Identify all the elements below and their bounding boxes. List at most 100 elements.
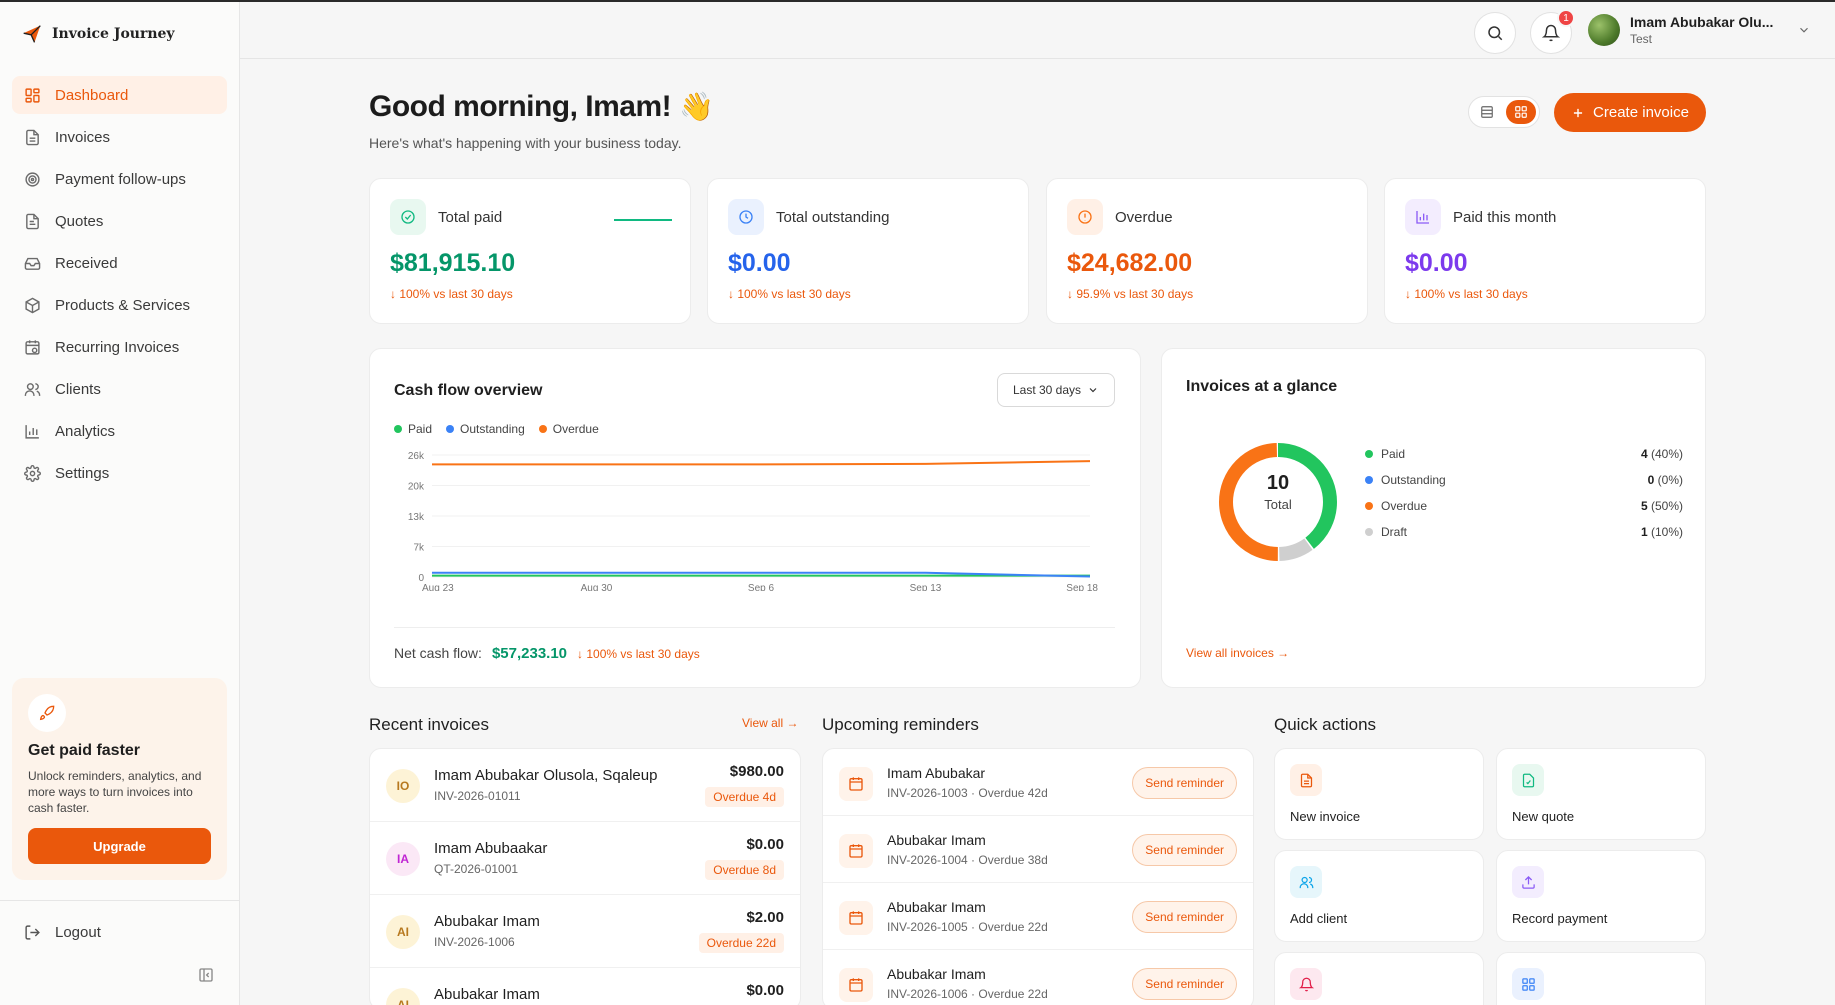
stat-value: $24,682.00 bbox=[1067, 249, 1193, 277]
sidebar-item-payment-follow-ups[interactable]: Payment follow-ups bbox=[12, 160, 227, 198]
quick-action-label: Record payment bbox=[1512, 911, 1608, 926]
net-cash-flow-value: $57,233.10 bbox=[491, 645, 568, 662]
list-view-button[interactable] bbox=[1472, 100, 1502, 124]
table-row[interactable]: AI Abubakar Imam INV-2026-1006 $2.00 Ove… bbox=[370, 895, 800, 968]
collapse-sidebar-icon[interactable] bbox=[198, 967, 214, 983]
recent-invoices-title: Recent invoices bbox=[369, 715, 490, 734]
brand-name: Invoice Journey bbox=[52, 26, 175, 42]
upload-icon bbox=[1512, 866, 1544, 898]
chevron-down-icon bbox=[1087, 384, 1099, 396]
reminder-client: Imam Abubakar bbox=[887, 765, 986, 781]
quick-action-record-payment[interactable]: Record payment bbox=[1496, 850, 1706, 942]
invoice-amount: $0.00 bbox=[746, 836, 784, 853]
sidebar-item-recurring-invoices[interactable]: Recurring Invoices bbox=[12, 328, 227, 366]
sidebar-item-label: Dashboard bbox=[55, 86, 129, 104]
quick-actions-title: Quick actions bbox=[1274, 715, 1377, 734]
stat-value: $0.00 bbox=[1405, 249, 1468, 277]
glance-label: Paid bbox=[1381, 447, 1406, 461]
y-tick-label: 7k bbox=[413, 543, 425, 554]
sidebar-item-received[interactable]: Received bbox=[12, 244, 227, 282]
chart-legend: Paid Outstanding Overdue bbox=[394, 422, 599, 436]
sidebar-item-clients[interactable]: Clients bbox=[12, 370, 227, 408]
stat-card-overdue: Overdue $24,682.00 ↓ 95.9% vs last 30 da… bbox=[1046, 178, 1368, 324]
client-avatar: IA bbox=[386, 842, 420, 876]
sidebar-item-quotes[interactable]: Quotes bbox=[12, 202, 227, 240]
sidebar-item-settings[interactable]: Settings bbox=[12, 454, 227, 492]
grid-view-button[interactable] bbox=[1506, 100, 1536, 124]
stat-delta: ↓ 100% vs last 30 days bbox=[390, 287, 513, 301]
target-icon bbox=[24, 171, 41, 188]
view-all-recent-link[interactable]: View all → bbox=[742, 716, 798, 730]
client-name: Imam Abubakar Olusola, Sqaleup bbox=[434, 767, 658, 784]
search-button[interactable] bbox=[1474, 12, 1516, 54]
y-tick-label: 26k bbox=[408, 451, 425, 462]
sidebar-item-analytics[interactable]: Analytics bbox=[12, 412, 227, 450]
users-icon bbox=[1290, 866, 1322, 898]
stat-card-total-outstanding: Total outstanding $0.00 ↓ 100% vs last 3… bbox=[707, 178, 1029, 324]
reminder-client: Abubakar Imam bbox=[887, 966, 986, 982]
stat-value: $81,915.10 bbox=[390, 249, 516, 277]
sidebar-item-products-services[interactable]: Products & Services bbox=[12, 286, 227, 324]
sidebar-item-label: Recurring Invoices bbox=[55, 338, 180, 356]
reminder-client: Abubakar Imam bbox=[887, 899, 986, 915]
glance-value: 4 (40%) bbox=[1641, 447, 1683, 461]
send-reminder-button[interactable]: Send reminder bbox=[1132, 901, 1237, 933]
create-invoice-button[interactable]: Create invoice bbox=[1554, 93, 1706, 132]
date-range-select[interactable]: Last 30 days bbox=[997, 373, 1115, 407]
donut-center: 10 Total bbox=[1218, 472, 1338, 512]
list-item: Abubakar Imam INV-2026-1005 · Overdue 22… bbox=[823, 883, 1253, 950]
sidebar-item-invoices[interactable]: Invoices bbox=[12, 118, 227, 156]
quick-action-new-invoice[interactable]: New invoice bbox=[1274, 748, 1484, 840]
glance-row-outstanding: Outstanding 0 (0%) bbox=[1365, 473, 1683, 487]
sidebar-item-label: Invoices bbox=[55, 128, 111, 146]
net-cash-flow-delta: ↓ 100% vs last 30 days bbox=[577, 647, 700, 661]
invoice-amount: $0.00 bbox=[746, 982, 784, 999]
send-reminder-button[interactable]: Send reminder bbox=[1132, 968, 1237, 1000]
table-row[interactable]: IO Imam Abubakar Olusola, Sqaleup INV-20… bbox=[370, 749, 800, 822]
donut-total-label: Total bbox=[1264, 497, 1292, 512]
file-icon bbox=[24, 129, 41, 146]
glance-row-paid: Paid 4 (40%) bbox=[1365, 447, 1683, 461]
chevron-down-icon bbox=[1797, 23, 1811, 37]
brand[interactable]: Invoice Journey bbox=[22, 24, 175, 44]
stat-delta: ↓ 100% vs last 30 days bbox=[1405, 287, 1528, 301]
quick-action-new-quote[interactable]: New quote bbox=[1496, 748, 1706, 840]
stat-label: Total outstanding bbox=[776, 208, 890, 226]
recent-invoices-list: IO Imam Abubakar Olusola, Sqaleup INV-20… bbox=[369, 748, 801, 1005]
quick-action-label: New quote bbox=[1512, 809, 1575, 824]
sidebar-item-dashboard[interactable]: Dashboard bbox=[12, 76, 227, 114]
user-menu[interactable]: Imam Abubakar Olu... Test bbox=[1588, 14, 1811, 46]
logout-label: Logout bbox=[55, 924, 101, 941]
notifications-button[interactable]: 1 bbox=[1530, 9, 1575, 54]
client-name: Abubakar Imam bbox=[434, 986, 540, 1003]
quick-action-add-client[interactable]: Add client bbox=[1274, 850, 1484, 942]
table-row[interactable]: AI Abubakar Imam $0.00 bbox=[370, 968, 800, 1005]
reminder-detail: INV-2026-1004 · Overdue 38d bbox=[887, 853, 1048, 867]
logout-button[interactable]: Logout bbox=[24, 924, 101, 941]
plus-icon bbox=[1571, 106, 1585, 120]
glance-count: 1 bbox=[1640, 525, 1648, 539]
cash-flow-title: Cash flow overview bbox=[394, 382, 543, 399]
list-item: Abubakar Imam INV-2026-1004 · Overdue 38… bbox=[823, 816, 1253, 883]
quick-action-reminders[interactable] bbox=[1274, 952, 1484, 1005]
waving-hand-emoji: 👋 bbox=[679, 91, 714, 122]
send-reminder-button[interactable]: Send reminder bbox=[1132, 767, 1237, 799]
stat-delta: ↓ 100% vs last 30 days bbox=[728, 287, 851, 301]
quick-action-more[interactable] bbox=[1496, 952, 1706, 1005]
upgrade-button[interactable]: Upgrade bbox=[28, 828, 211, 864]
calendar-icon bbox=[839, 901, 873, 935]
glance-pct: (40%) bbox=[1650, 447, 1683, 461]
calendar-icon bbox=[839, 968, 873, 1002]
table-row[interactable]: IA Imam Abubaakar QT-2026-01001 $0.00 Ov… bbox=[370, 822, 800, 895]
view-all-invoices-link[interactable]: View all invoices → bbox=[1186, 646, 1289, 660]
clock-icon bbox=[728, 199, 764, 235]
bar-chart-icon bbox=[24, 423, 41, 440]
invoice-number: QT-2026-01001 bbox=[434, 862, 519, 876]
glance-row-draft: Draft 1 (10%) bbox=[1365, 525, 1683, 539]
sidebar-item-label: Received bbox=[55, 254, 118, 272]
quote-icon bbox=[24, 213, 41, 230]
send-reminder-button[interactable]: Send reminder bbox=[1132, 834, 1237, 866]
calendar-icon bbox=[839, 834, 873, 868]
glance-pct: (50%) bbox=[1650, 499, 1683, 513]
net-cash-flow-label: Net cash flow: bbox=[394, 645, 482, 661]
